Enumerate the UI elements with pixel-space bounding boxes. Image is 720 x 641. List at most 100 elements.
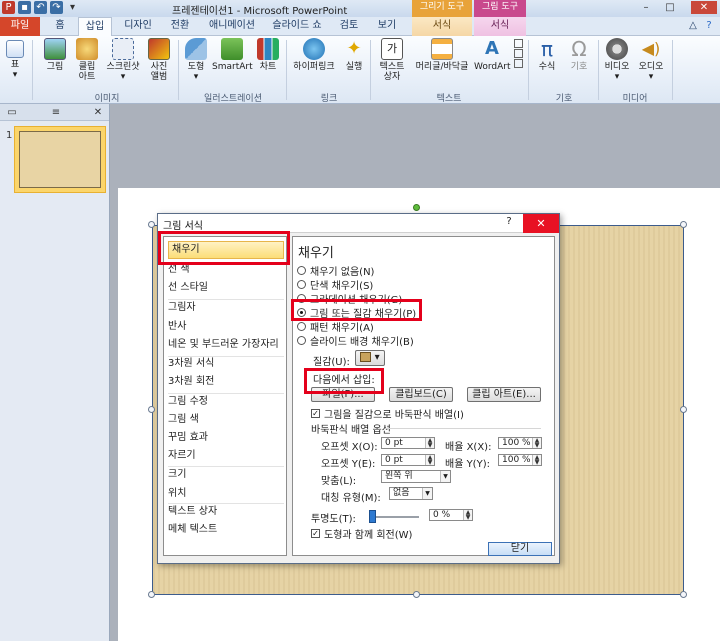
redo-icon[interactable]: ↷ — [50, 1, 63, 14]
symbol-button[interactable]: Ω 기호 — [564, 38, 594, 72]
table-button[interactable]: 표 ▾ — [4, 38, 26, 80]
dialog-close-button[interactable]: 닫기 — [488, 542, 552, 556]
radio-picture-texture-fill[interactable]: 그림 또는 질감 채우기(P) — [297, 306, 416, 320]
spinner-arrows[interactable]: ▲ ▼ — [532, 438, 541, 449]
category-line-style[interactable]: 선 스타일 — [168, 281, 284, 295]
maximize-icon[interactable]: □ — [661, 1, 679, 14]
offset-x-spinner[interactable]: 0 pt ▲ ▼ — [381, 437, 435, 449]
category-fill[interactable]: 채우기 — [168, 241, 284, 259]
category-3d-rotation[interactable]: 3차원 회전 — [168, 375, 284, 389]
slides-tab-icon[interactable]: ▭ — [4, 106, 20, 119]
mirror-type-dropdown[interactable]: 없음 ▼ — [389, 487, 433, 500]
text-extra-buttons[interactable] — [512, 38, 524, 69]
category-line-color[interactable]: 선 색 — [168, 263, 284, 277]
dialog-help-icon[interactable]: ? — [503, 216, 515, 227]
dropdown-arrow-icon[interactable]: ▼ — [422, 488, 432, 499]
transparency-spinner[interactable]: 0 % ▲ ▼ — [429, 509, 473, 521]
shapes-button[interactable]: 도형 ▾ — [184, 38, 208, 82]
category-reflection[interactable]: 반사 — [168, 320, 284, 334]
radio-button[interactable] — [297, 266, 306, 275]
scale-y-spinner[interactable]: 100 % ▲ ▼ — [498, 454, 542, 466]
texture-picker[interactable]: ▾ — [355, 350, 385, 366]
tab-drawing-format[interactable]: 서식 — [412, 17, 472, 36]
alignment-dropdown[interactable]: 왼쪽 위 ▼ — [381, 470, 451, 483]
tab-picture-format[interactable]: 서식 — [474, 17, 526, 36]
tile-texture-checkbox-row[interactable]: ✓ 그림을 질감으로 바둑판식 배열(I) — [311, 407, 464, 421]
spinner-arrows[interactable]: ▲ ▼ — [463, 510, 472, 521]
outline-tab-icon[interactable]: ≡ — [48, 106, 64, 119]
wordart-button[interactable]: A WordArt — [474, 38, 511, 72]
radio-button[interactable] — [297, 294, 306, 303]
resize-handle-top-left[interactable] — [148, 221, 155, 228]
dropdown-arrow-icon[interactable]: ▼ — [440, 471, 450, 482]
transparency-slider-track[interactable] — [369, 516, 419, 518]
category-size[interactable]: 크기 — [168, 468, 284, 482]
tab-slideshow[interactable]: 슬라이드 쇼 — [266, 17, 328, 36]
tab-animations[interactable]: 애니메이션 — [202, 17, 262, 36]
chart-button[interactable]: 차트 — [256, 38, 280, 72]
smartart-button[interactable]: SmartArt — [212, 38, 253, 72]
powerpoint-logo-icon[interactable]: P — [2, 1, 15, 14]
category-picture-color[interactable]: 그림 색 — [168, 413, 284, 427]
equation-button[interactable]: π 수식 — [534, 38, 560, 72]
category-alt-text[interactable]: 메체 텍스트 — [168, 523, 284, 537]
category-crop[interactable]: 자르기 — [168, 449, 284, 463]
spinner-arrows[interactable]: ▲ ▼ — [532, 455, 541, 466]
category-3d-format[interactable]: 3차원 서식 — [168, 357, 284, 371]
tab-view[interactable]: 보기 — [370, 17, 404, 36]
tab-insert[interactable]: 삽입 — [78, 17, 112, 37]
rotate-with-shape-row[interactable]: ✓ 도형과 함께 회전(W) — [311, 527, 412, 541]
radio-button[interactable] — [297, 280, 306, 289]
picture-button[interactable]: 그림 — [40, 38, 70, 72]
close-window-icon[interactable]: ✕ — [691, 1, 717, 14]
offset-y-spinner[interactable]: 0 pt ▲ ▼ — [381, 454, 435, 466]
clipart-button[interactable]: 클립 아트 — [72, 38, 102, 82]
audio-button[interactable]: ◀) 오디오 ▾ — [636, 38, 666, 82]
resize-handle-bottom-right[interactable] — [680, 591, 687, 598]
radio-slide-background-fill[interactable]: 슬라이드 배경 채우기(B) — [297, 334, 414, 348]
save-icon[interactable]: ▪ — [18, 1, 31, 14]
tab-transitions[interactable]: 전환 — [162, 17, 198, 36]
file-button[interactable]: 파일(F)... — [311, 387, 375, 402]
category-text-box[interactable]: 텍스트 상자 — [168, 505, 284, 519]
spinner-arrows[interactable]: ▲ ▼ — [425, 438, 434, 449]
photo-album-button[interactable]: 사진 앨범 — [146, 38, 172, 82]
video-button[interactable]: 비디오 ▾ — [602, 38, 632, 82]
radio-solid-fill[interactable]: 단색 채우기(S) — [297, 278, 373, 292]
hyperlink-button[interactable]: 하이퍼링크 — [290, 38, 338, 72]
resize-handle-left[interactable] — [148, 406, 155, 413]
minimize-icon[interactable]: – — [637, 1, 655, 14]
radio-button[interactable] — [297, 336, 306, 345]
header-footer-button[interactable]: 머리글/바닥글 — [412, 38, 472, 72]
textbox-button[interactable]: 가 텍스트 상자 — [376, 38, 408, 82]
radio-gradient-fill[interactable]: 그라데이션 채우기(G) — [297, 292, 402, 306]
radio-button[interactable] — [297, 322, 306, 331]
tab-file[interactable]: 파일 — [0, 17, 40, 36]
help-icon[interactable]: ? — [702, 17, 716, 36]
resize-handle-top-right[interactable] — [680, 221, 687, 228]
category-position[interactable]: 위치 — [168, 487, 284, 501]
undo-icon[interactable]: ↶ — [34, 1, 47, 14]
category-shadow[interactable]: 그림자 — [168, 301, 284, 315]
screenshot-button[interactable]: 스크린샷 ▾ — [104, 38, 142, 82]
radio-pattern-fill[interactable]: 패턴 채우기(A) — [297, 320, 374, 334]
resize-handle-bottom-left[interactable] — [148, 591, 155, 598]
slide-thumbnail[interactable] — [14, 126, 106, 193]
rotate-with-shape-checkbox[interactable]: ✓ — [311, 528, 320, 538]
category-glow-soft-edges[interactable]: 네온 및 부드러운 가장자리 — [168, 338, 284, 352]
category-picture-corrections[interactable]: 그림 수정 — [168, 395, 284, 409]
transparency-slider-thumb[interactable] — [369, 510, 376, 523]
tab-home[interactable]: 홈 — [44, 17, 76, 36]
clipboard-button[interactable]: 클립보드(C) — [389, 387, 453, 402]
customize-qat-icon[interactable]: ▾ — [66, 1, 79, 14]
category-artistic-effects[interactable]: 꾸밈 효과 — [168, 431, 284, 445]
scale-x-spinner[interactable]: 100 % ▲ ▼ — [498, 437, 542, 449]
radio-button-selected[interactable] — [297, 308, 306, 317]
tab-design[interactable]: 디자인 — [116, 17, 160, 36]
minimize-ribbon-icon[interactable]: △ — [686, 17, 700, 36]
radio-no-fill[interactable]: 채우기 없음(N) — [297, 264, 374, 278]
action-button[interactable]: ✦ 실행 — [342, 38, 366, 72]
rotation-handle[interactable] — [413, 204, 420, 211]
tab-review[interactable]: 검토 — [332, 17, 366, 36]
spinner-arrows[interactable]: ▲ ▼ — [425, 455, 434, 466]
